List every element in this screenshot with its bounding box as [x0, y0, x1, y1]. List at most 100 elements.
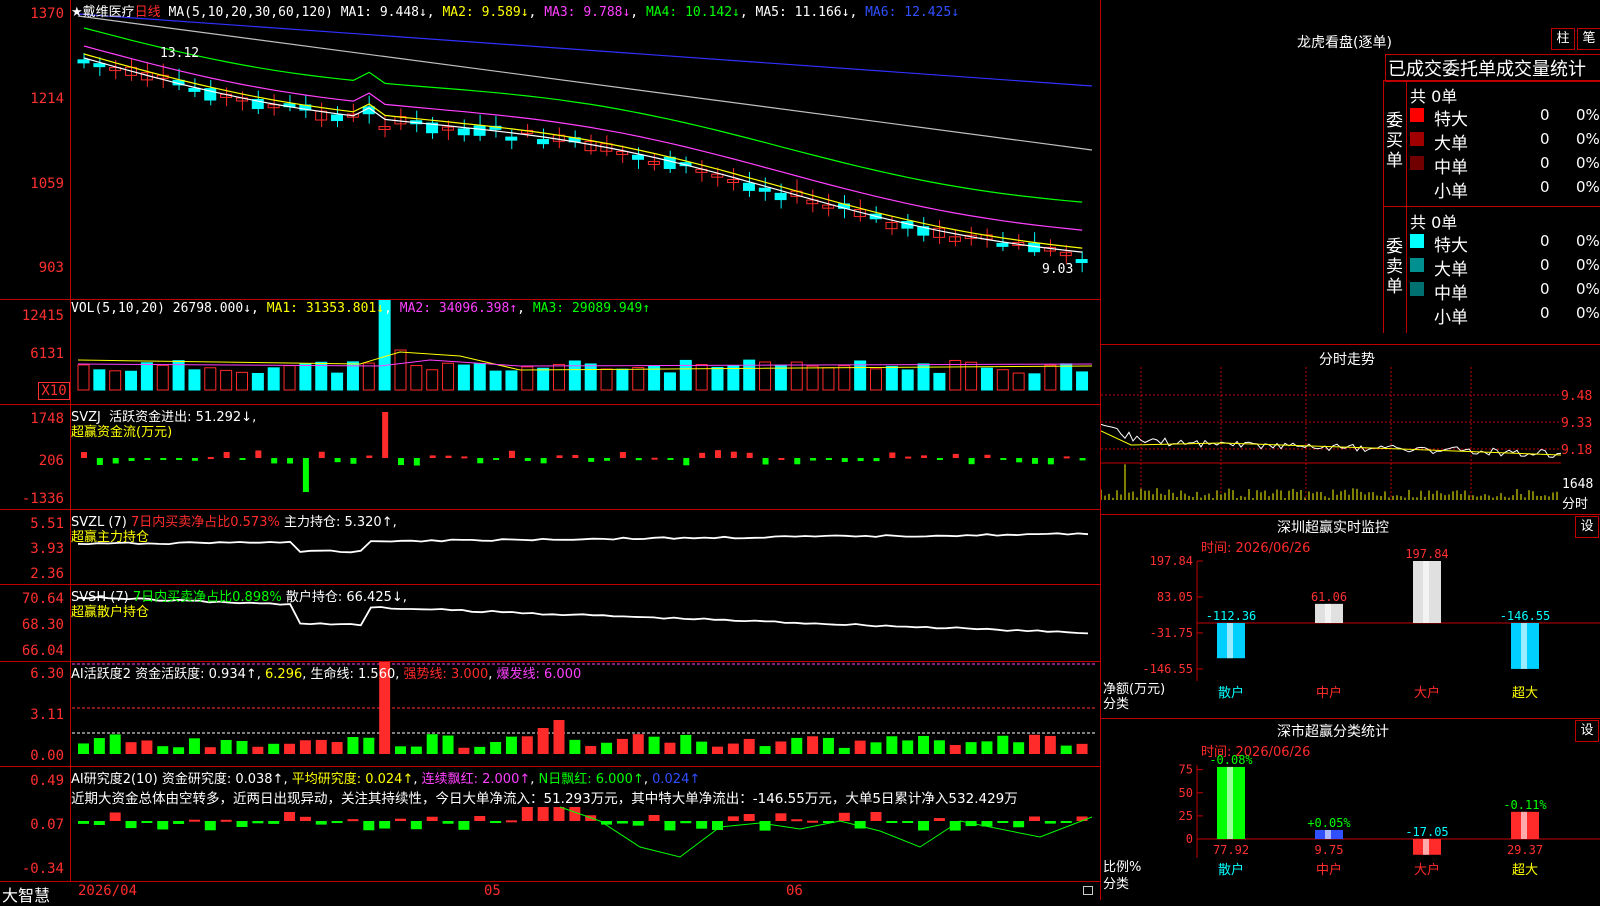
flow-bar — [350, 458, 357, 464]
active-bar — [965, 742, 977, 754]
active-bar — [78, 743, 89, 754]
buy-name: 特大 — [1434, 110, 1468, 130]
volume-bar — [204, 367, 217, 391]
flow-bar — [604, 458, 611, 461]
buy-swatch — [1410, 156, 1424, 170]
buy-count: 0 — [1540, 106, 1550, 124]
kline-panel[interactable]: 1370 1214 1059 903 ★戴维医疗日线 MA(5,10,20,30… — [0, 0, 1100, 300]
longhu-tabs[interactable]: 已成交委托单成交量统计 — [1385, 54, 1600, 82]
svsh-panel[interactable]: 70.64 68.30 66.04 SVSH (7) 7日内买卖净占比0.898… — [0, 585, 1100, 662]
svsh-subtitle: 超赢散户持仓 — [71, 605, 150, 620]
active-bar — [347, 737, 359, 754]
category-label: 中户 — [1316, 685, 1342, 701]
volume-bar — [315, 361, 328, 391]
tick-view-button[interactable]: 笔 — [1577, 28, 1600, 50]
intraday-chart[interactable] — [1101, 345, 1600, 514]
candle — [1075, 259, 1088, 264]
volume-bar — [220, 369, 233, 391]
research-bar — [1060, 821, 1072, 823]
sz-monitor-cat-label: 分类 — [1103, 697, 1130, 712]
y-tick: 25 — [1179, 809, 1193, 823]
buy-section: 委买单 共 0单 特大 0 0% 大单 0 0% 中单 0 0% 小单 0 0% — [1383, 80, 1600, 207]
volume-bar — [426, 369, 439, 391]
y-tick: 83.05 — [1157, 590, 1193, 604]
svzl-panel[interactable]: 5.51 3.93 2.36 SVZL (7) 7日内买卖净占比0.573% 主… — [0, 510, 1100, 585]
sell-count: 0 — [1540, 232, 1550, 250]
volume-bar — [774, 364, 787, 391]
brand-label[interactable]: 大智慧 — [2, 882, 50, 906]
longhu-panel[interactable]: 龙虎看盘(逐单) 柱 笔 已成交委托单成交量统计 委买单 共 0单 特大 0 0% 大… — [1100, 0, 1600, 345]
volume-bar — [473, 363, 486, 391]
active-bar — [918, 735, 930, 754]
sell-row: 小单 0 0% — [1410, 303, 1600, 328]
sz-monitor-panel[interactable]: 深圳超赢实时监控 设 时间: 2026/06/26 197.84 83.05 -31… — [1100, 515, 1600, 719]
kline-chart[interactable] — [0, 0, 1100, 299]
footer-bar: 大智慧 2026/04 05 06 — [0, 881, 1100, 905]
active-bar — [458, 747, 470, 754]
active-bar — [601, 742, 613, 754]
active-bar — [410, 746, 422, 754]
volume-bar — [584, 363, 597, 391]
ai-research-panel[interactable]: 0.49 0.07 -0.34 AI研究度2(10) 资金研究度: 0.038↑… — [0, 767, 1100, 881]
candle — [774, 192, 787, 201]
active-bar — [822, 737, 834, 754]
svzj-panel[interactable]: 1748 206 -1336 SVZJ 活跃资金进出: 51.292↓, 超赢资… — [0, 405, 1100, 510]
research-bar — [997, 821, 1009, 823]
research-bar — [537, 807, 549, 821]
flow-bar — [176, 458, 183, 460]
buy-side-label: 委买单 — [1386, 111, 1403, 171]
candle — [457, 128, 470, 136]
volume-panel[interactable]: 12415 6131 X10 VOL(5,10,20) 26798.000↓, … — [0, 300, 1100, 405]
ai-research-note: 近期大资金总体由空转多，近两日出现异动，关注其持续性，今日大单净流入：51.29… — [71, 791, 1018, 807]
category-label: 超大 — [1512, 686, 1538, 701]
sz-monitor-chart[interactable]: 197.84 83.05 -31.75 -146.55 -112.36 散户 61.06 中户… — [1101, 515, 1600, 718]
research-bar — [442, 821, 454, 824]
buy-count: 0 — [1540, 130, 1550, 148]
research-bar — [791, 819, 803, 822]
active-bar — [902, 740, 914, 754]
active-bar — [585, 745, 597, 754]
ai-active-panel[interactable]: 6.30 3.11 0.00 AI活跃度2 资金活跃度: 0.934↑, 6.2… — [0, 662, 1100, 767]
sell-side-label: 委卖单 — [1386, 237, 1403, 297]
candle — [632, 154, 645, 160]
research-bar — [521, 807, 533, 821]
active-bar — [759, 746, 771, 754]
sz-stats-chart[interactable]: 75 50 25 0 77.92 -0.08% 散户 9.75 +0.05% 中户 -17.05 大户… — [1101, 719, 1600, 900]
volume-bar — [140, 362, 153, 391]
flow-bar — [524, 458, 531, 461]
period-label[interactable]: 日线 — [135, 5, 161, 20]
active-bar — [1060, 745, 1072, 754]
research-bar — [236, 821, 248, 827]
active-bar — [712, 746, 723, 754]
buy-name: 中单 — [1434, 158, 1468, 178]
active-bar — [109, 734, 121, 754]
change-label: -0.08% — [1209, 753, 1253, 767]
stock-name[interactable]: ★戴维医疗 — [71, 5, 135, 20]
data-label: -146.55 — [1500, 609, 1551, 623]
lock-icon — [1083, 886, 1093, 895]
bar-highlight — [1423, 839, 1429, 855]
bar-view-button[interactable]: 柱 — [1551, 28, 1575, 50]
volume-bar — [125, 370, 138, 391]
sz-stats-panel[interactable]: 深市超赢分类统计 设 时间: 2026/06/26 75 50 25 0 77.92 -0… — [1100, 719, 1600, 900]
flow-bar — [683, 458, 690, 466]
flow-bar — [857, 458, 864, 462]
active-bar — [775, 741, 787, 754]
flow-bar — [1047, 458, 1054, 465]
research-bar — [870, 812, 882, 821]
bar-highlight — [1521, 623, 1527, 669]
volume-bar — [854, 360, 867, 391]
intraday-panel[interactable]: 分时走势 9.48 9.33 9.18 1648 分时 — [1100, 345, 1600, 515]
sell-row: 大单 0 0% — [1410, 255, 1600, 280]
flow-bar — [508, 450, 515, 458]
volume-bar — [457, 364, 470, 391]
sell-name: 中单 — [1434, 284, 1468, 304]
ma2-value: MA2: 9.589↓ — [442, 5, 529, 20]
flow-bar — [1016, 458, 1023, 463]
volume-bar — [996, 369, 1009, 391]
svzl-ratio: 7日内买卖净占比0.573% — [130, 515, 280, 530]
research-bar — [220, 819, 232, 822]
research-bar — [204, 821, 216, 831]
active-bar — [1044, 735, 1056, 754]
research-bar — [918, 821, 930, 831]
